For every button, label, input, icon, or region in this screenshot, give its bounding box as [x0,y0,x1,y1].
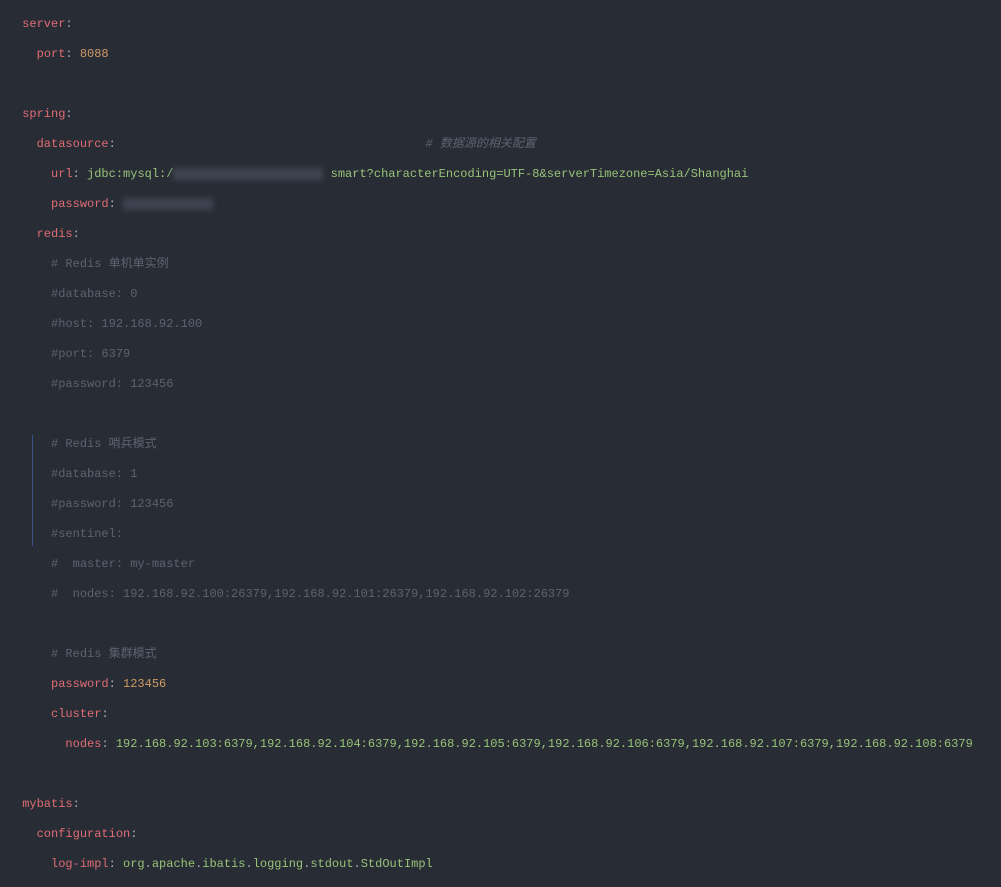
yaml-token: logging [253,857,303,871]
colon: : [65,107,72,121]
comment-line: #port: 6379 [51,347,130,361]
yaml-token: apache [152,857,195,871]
comment-line: #password: 123456 [51,497,173,511]
colon: : [130,827,137,841]
colon: : [109,197,123,211]
yaml-key: mybatis [22,797,72,811]
redacted-text: xxxxxx [123,198,213,210]
colon: : [109,677,123,691]
dot: . [195,857,202,871]
colon: : [73,797,80,811]
comment-line: #password: 123456 [51,377,173,391]
yaml-key: server [22,17,65,31]
comment-line: #database: 0 [51,287,137,301]
yaml-string: jdbc:mysql:/ [87,167,173,181]
colon: : [65,47,79,61]
comment-line: #sentinel: [51,527,123,541]
comment-line: # master: my-master [51,557,195,571]
comment-line: # nodes: 192.168.92.100:26379,192.168.92… [51,587,569,601]
yaml-number: 123456 [123,677,166,691]
yaml-token: org [123,857,145,871]
colon: : [73,167,87,181]
yaml-token: StdOutImpl [361,857,433,871]
comment-line: #database: 1 [51,467,137,481]
comment-line: # Redis 单机单实例 [51,257,169,271]
yaml-key: password [51,677,109,691]
yaml-key: password [51,197,109,211]
yaml-string: 192.168.92.103:6379,192.168.92.104:6379,… [116,737,973,751]
colon: : [101,707,108,721]
yaml-key: redis [37,227,73,241]
yaml-string: smart?characterEncoding=UTF-8&serverTime… [331,167,749,181]
colon: : [73,227,80,241]
yaml-key: configuration [37,827,131,841]
yaml-key: cluster [51,707,101,721]
yaml-token: stdout [310,857,353,871]
yaml-key: url [51,167,73,181]
dot: . [354,857,361,871]
dot: . [245,857,252,871]
inline-comment: # 数据源的相关配置 [425,137,535,151]
yaml-key: log-impl [51,857,109,871]
yaml-number: 8088 [80,47,109,61]
indent-guide [32,435,33,546]
colon: : [65,17,72,31]
redacted-text: xxxxxxxxxxxxxx [173,168,323,180]
comment-line: #host: 192.168.92.100 [51,317,202,331]
yaml-key: spring [22,107,65,121]
colon: : [109,857,123,871]
colon: : [101,737,115,751]
yaml-key: datasource [37,137,109,151]
comment-line: # Redis 哨兵模式 [51,437,157,451]
dot: . [145,857,152,871]
code-editor[interactable]: server: port: 8088 spring: datasource: #… [15,0,1001,546]
gutter [0,0,15,546]
yaml-token: ibatis [202,857,245,871]
yaml-key: port [37,47,66,61]
yaml-key: nodes [65,737,101,751]
dot: . [303,857,310,871]
comment-line: # Redis 集群模式 [51,647,157,661]
colon: : [109,137,116,151]
